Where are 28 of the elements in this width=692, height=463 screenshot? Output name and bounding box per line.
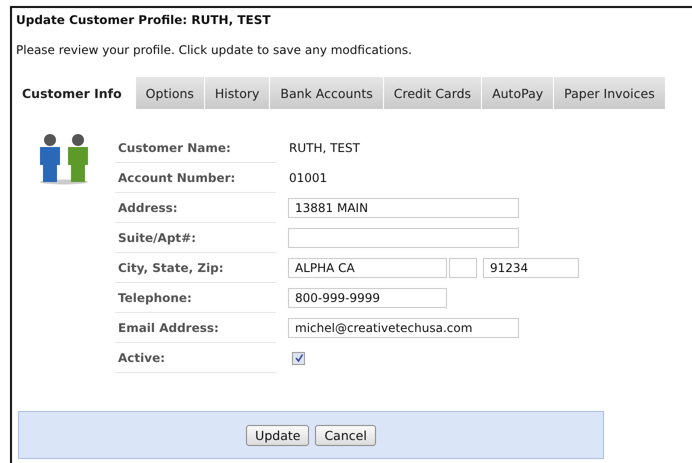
- field-label: Customer Name:: [115, 134, 276, 162]
- field-value: 01001: [288, 171, 328, 185]
- page-title: Update Customer Profile: RUTH, TEST: [15, 12, 272, 29]
- input-field[interactable]: michel@creativetechusa.com: [288, 318, 519, 338]
- instructions-text: Please review your profile. Click update to save any modfications.: [15, 42, 413, 59]
- input-field[interactable]: 13881 MAIN: [288, 198, 519, 218]
- state-field[interactable]: [449, 258, 477, 278]
- tab[interactable]: Options: [136, 77, 205, 109]
- field-label: Email Address:: [115, 314, 276, 342]
- input-field[interactable]: [288, 228, 519, 248]
- city-field[interactable]: ALPHA CA: [288, 258, 447, 278]
- form-button[interactable]: Update: [246, 424, 310, 446]
- tab[interactable]: Credit Cards: [384, 77, 482, 109]
- form-button[interactable]: Cancel: [315, 424, 376, 446]
- field-label: Account Number:: [115, 164, 276, 192]
- zip-field[interactable]: 91234: [483, 258, 579, 278]
- input-field[interactable]: 800-999-9999: [288, 288, 447, 308]
- field-label: City, State, Zip:: [115, 254, 276, 282]
- field-value: RUTH, TEST: [288, 141, 360, 155]
- field-label: Active:: [115, 344, 276, 372]
- field-label: Suite/Apt#:: [115, 224, 276, 252]
- field-label: Telephone:: [115, 284, 276, 312]
- field-label: Address:: [115, 194, 276, 222]
- tab[interactable]: Bank Accounts: [270, 77, 384, 109]
- tab[interactable]: Paper Invoices: [554, 77, 666, 109]
- tab[interactable]: AutoPay: [482, 77, 554, 109]
- tab[interactable]: History: [204, 77, 270, 109]
- checkbox[interactable]: [292, 352, 305, 364]
